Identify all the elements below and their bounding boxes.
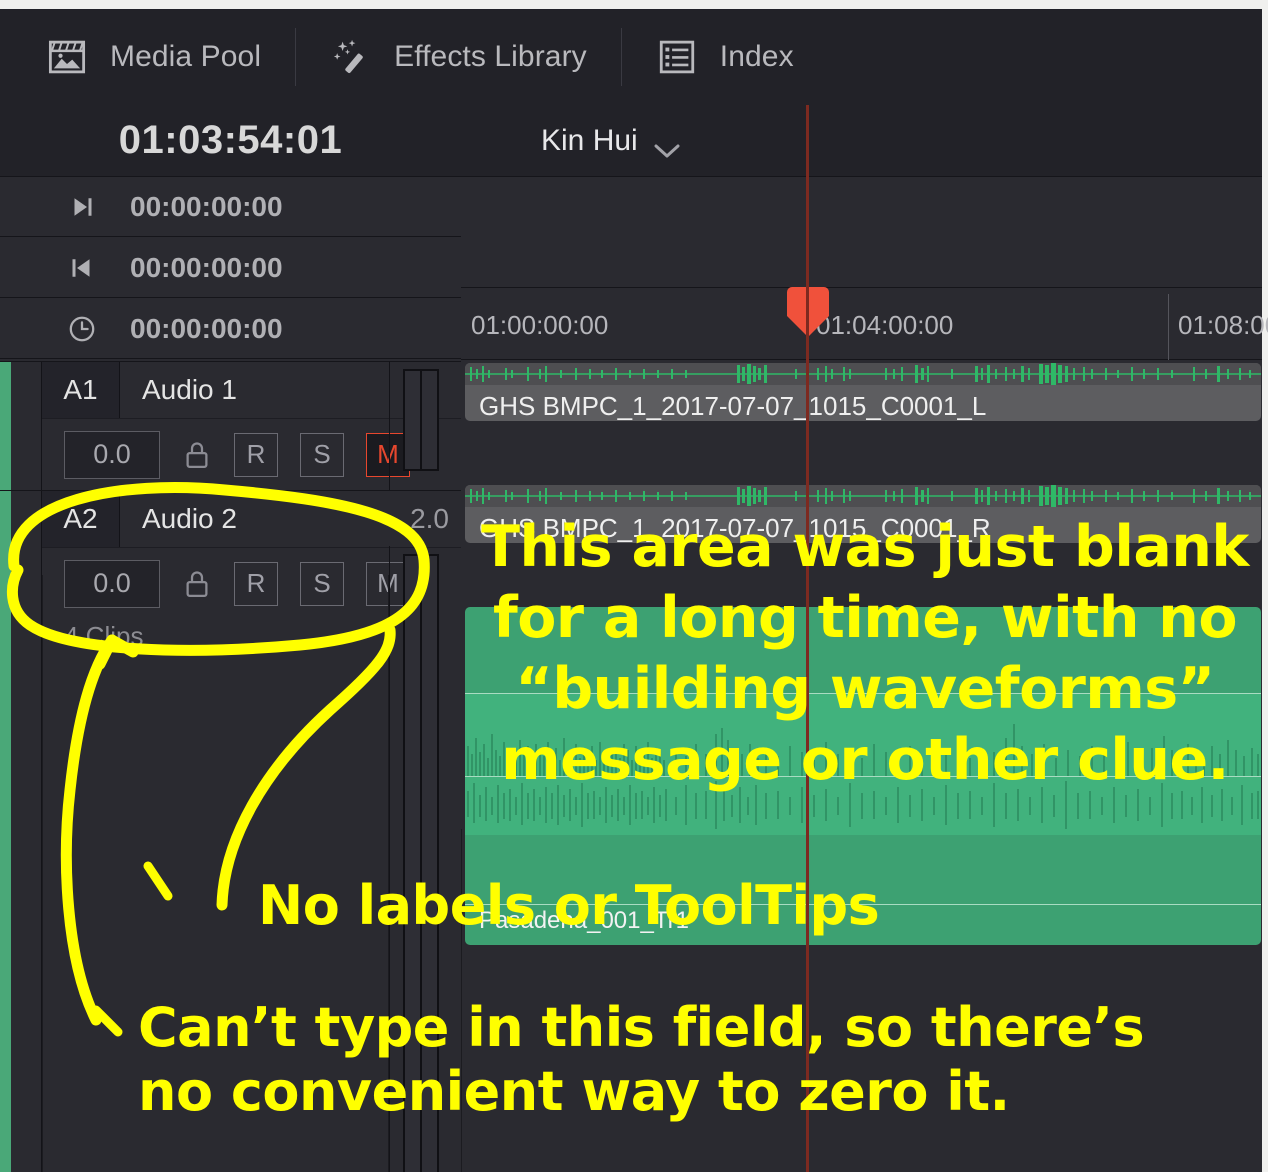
- audio-meter-a1: [403, 369, 439, 471]
- index-icon: [656, 36, 698, 78]
- record-button-a1[interactable]: R: [234, 432, 278, 477]
- clip-pasadena[interactable]: Pasadena_001_Tr1: [465, 607, 1261, 945]
- duration-icon: [58, 313, 106, 345]
- ruler-label-2: 01:08:00: [1178, 310, 1268, 340]
- track-color-strip-a2: [0, 491, 11, 1172]
- clip-ghs-l[interactable]: GHS BMPC_1_2017-07-07_1015_C0001_L: [465, 363, 1261, 421]
- media-pool-label: Media Pool: [110, 40, 262, 73]
- clip-waveform-band-upper: [465, 694, 1261, 776]
- clip-waveform-r: [465, 485, 1261, 507]
- solo-button-a2[interactable]: S: [300, 561, 344, 606]
- ruler-tick-2: [1168, 294, 1169, 360]
- clip-ghs-r[interactable]: GHS BMPC_1_2017-07-07_1015_C0001_R: [465, 485, 1261, 543]
- timeline-ruler[interactable]: 01:00:00:00 01:04:00:00 01:08:00: [461, 288, 1268, 360]
- audio-meter-split-a2: [420, 556, 422, 1172]
- track-color-strip-a1: [0, 362, 11, 490]
- track-namebar-a2: A2 Audio 2 2.0: [42, 491, 461, 547]
- track-id-a1[interactable]: A1: [42, 362, 120, 418]
- playhead[interactable]: [787, 105, 829, 1172]
- mark-in-icon: [58, 253, 106, 283]
- timecode-in-value: 00:00:00:00: [130, 251, 283, 283]
- timeline-user-bar: Kin Hui: [461, 105, 1262, 177]
- effects-library-label: Effects Library: [394, 40, 587, 73]
- clip-waveform-band-lower: [465, 777, 1261, 835]
- clip-label-l: GHS BMPC_1_2017-07-07_1015_C0001_L: [479, 391, 987, 421]
- current-timecode[interactable]: 01:03:54:01: [0, 105, 461, 177]
- record-button-a2[interactable]: R: [234, 561, 278, 606]
- timeline-user-dropdown[interactable]: Kin Hui: [541, 124, 680, 158]
- header-guide-2: [388, 575, 389, 1172]
- window-frame-top: [0, 0, 1268, 9]
- clip-waveform-l: [465, 363, 1261, 385]
- header-guide-1: [42, 575, 43, 1172]
- mark-out-icon: [58, 192, 106, 222]
- ruler-label-0: 01:00:00:00: [471, 310, 609, 340]
- timecode-row-in[interactable]: 00:00:00:00: [0, 238, 461, 298]
- chevron-down-icon: [654, 133, 680, 157]
- timecode-row-duration[interactable]: 00:00:00:00: [0, 299, 461, 359]
- timeline-panel: Kin Hui 01:00:00:00 01:04:00:00 01:08:00: [461, 105, 1268, 1172]
- track-clip-count-a2: 4 Clips: [64, 621, 144, 651]
- clip-label-r: GHS BMPC_1_2017-07-07_1015_C0001_R: [479, 513, 991, 543]
- audio-meter-split-a1: [420, 371, 422, 469]
- lock-icon[interactable]: [182, 567, 212, 601]
- solo-button-a1[interactable]: S: [300, 432, 344, 477]
- clip-footer-divider: [465, 904, 1261, 905]
- lock-icon[interactable]: [182, 438, 212, 472]
- timeline-left-column: 01:03:54:01 00:00:00:00 00:00:00:00 00:0…: [0, 105, 461, 1172]
- audio-meter-a2: [403, 554, 439, 1172]
- media-pool-icon: [46, 36, 88, 78]
- timecode-duration-value: 00:00:00:00: [130, 312, 283, 344]
- volume-field-a2[interactable]: 0.0: [64, 559, 160, 608]
- window-frame-right: [1262, 0, 1268, 1172]
- track-name-a2[interactable]: Audio 2: [120, 503, 383, 535]
- effects-library-icon: [330, 36, 372, 78]
- media-pool-button[interactable]: Media Pool: [12, 9, 295, 105]
- index-label: Index: [719, 40, 794, 73]
- clip-label-pasadena: Pasadena_001_Tr1: [479, 907, 689, 934]
- ruler-label-1: 01:04:00:00: [816, 310, 954, 340]
- timeline-blank-strip: [461, 178, 1262, 288]
- volume-field-a1[interactable]: 0.0: [64, 430, 160, 479]
- timeline-user-label: Kin Hui: [541, 123, 638, 157]
- timecode-row-out[interactable]: 00:00:00:00: [0, 177, 461, 237]
- index-button[interactable]: Index: [622, 9, 828, 105]
- effects-library-button[interactable]: Effects Library: [296, 9, 621, 105]
- track-gutter-a1: [11, 362, 42, 490]
- track-meter-col-a1: [389, 361, 461, 490]
- track-id-a2[interactable]: A2: [42, 491, 120, 547]
- timecode-out-value: 00:00:00:00: [130, 190, 283, 222]
- playhead-line: [806, 105, 809, 1172]
- resolve-edit-window: Media Pool Effects Library Index 01:03:5…: [0, 0, 1268, 1172]
- timeline-guide-1: [461, 829, 462, 1172]
- top-toolbar: Media Pool Effects Library Index: [0, 9, 1262, 105]
- track-meter-col-a2: [389, 546, 461, 1172]
- track-channels-a2: 2.0: [410, 503, 449, 534]
- track-gutter-a2: [11, 491, 42, 1172]
- track-name-a1[interactable]: Audio 1: [120, 374, 383, 406]
